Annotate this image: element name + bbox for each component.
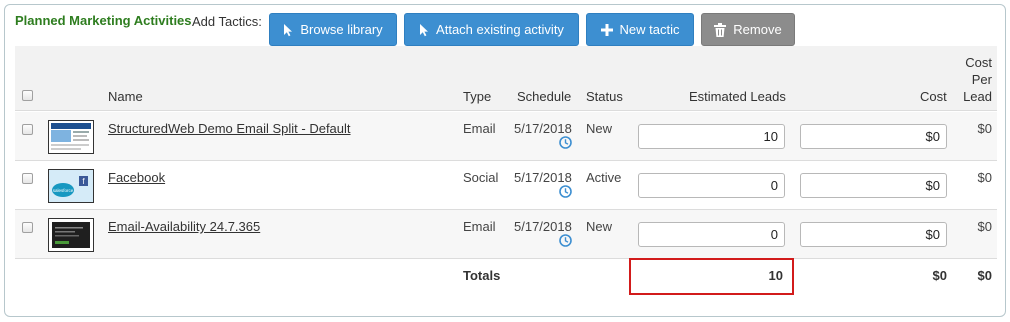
table-header: Name Type Schedule Status Estimated Lead… xyxy=(15,46,997,111)
browse-library-button[interactable]: Browse library xyxy=(269,13,397,46)
header-cost-per-lead-line3: Lead xyxy=(963,89,992,104)
status-cell: New xyxy=(586,219,613,234)
attach-existing-activity-button[interactable]: Attach existing activity xyxy=(404,13,579,46)
email-thumbnail xyxy=(48,120,94,154)
tactics-table: Name Type Schedule Status Estimated Lead… xyxy=(15,46,997,312)
new-tactic-label: New tactic xyxy=(619,22,680,37)
totals-label: Totals xyxy=(463,268,501,283)
header-type: Type xyxy=(463,89,492,104)
clock-icon[interactable] xyxy=(559,234,572,252)
header-schedule: Schedule xyxy=(517,89,572,104)
status-cell: New xyxy=(586,121,613,136)
attach-existing-activity-label: Attach existing activity xyxy=(436,22,564,37)
cost-per-lead-cell: $0 xyxy=(977,219,992,234)
cost-input[interactable]: $0 xyxy=(800,124,947,149)
clock-icon[interactable] xyxy=(559,185,572,203)
cost-total: $0 xyxy=(932,268,947,283)
header-cost-per-lead-line2: Per xyxy=(971,72,992,87)
type-cell: Email xyxy=(463,121,496,136)
select-all-checkbox[interactable] xyxy=(22,90,33,101)
header-cost-per-lead-line1: Cost xyxy=(965,55,992,70)
header-name: Name xyxy=(108,89,143,104)
add-tactics-label: Add Tactics: xyxy=(192,14,262,29)
header-estimated-leads: Estimated Leads xyxy=(689,89,786,104)
cost-per-lead-cell: $0 xyxy=(977,170,992,185)
row-checkbox[interactable] xyxy=(22,173,33,184)
schedule-cell: 5/17/2018 xyxy=(514,121,572,136)
header-cost: Cost xyxy=(920,89,947,104)
header-status: Status xyxy=(586,89,623,104)
salesforce-logo-text: salesforce xyxy=(53,188,74,193)
cost-input[interactable]: $0 xyxy=(800,222,947,247)
table-row: StructuredWeb Demo Email Split - Default… xyxy=(15,112,997,161)
type-cell: Social xyxy=(463,170,499,185)
browse-library-label: Browse library xyxy=(300,22,383,37)
remove-button[interactable]: Remove xyxy=(701,13,795,46)
type-cell: Email xyxy=(463,219,496,234)
section-title: Planned Marketing Activities xyxy=(15,13,192,28)
remove-label: Remove xyxy=(733,22,782,37)
estimated-leads-total: 10 xyxy=(768,268,783,283)
status-cell: Active xyxy=(586,170,622,185)
cost-per-lead-total: $0 xyxy=(977,268,992,283)
pointer-icon xyxy=(419,23,429,37)
row-checkbox[interactable] xyxy=(22,124,33,135)
cost-input[interactable]: $0 xyxy=(800,173,947,198)
tactic-name-link[interactable]: Email-Availability 24.7.365 xyxy=(108,219,260,234)
schedule-cell: 5/17/2018 xyxy=(514,219,572,234)
table-row: Email-Availability 24.7.365 Email 5/17/2… xyxy=(15,210,997,259)
schedule-cell: 5/17/2018 xyxy=(514,170,572,185)
row-checkbox[interactable] xyxy=(22,222,33,233)
facebook-thumbnail: salesforce f xyxy=(48,169,94,203)
estimated-leads-input[interactable]: 10 xyxy=(638,124,785,149)
plus-icon xyxy=(600,23,613,36)
table-row: salesforce f Facebook Social 5/17/2018 A… xyxy=(15,161,997,210)
tactic-name-link[interactable]: StructuredWeb Demo Email Split - Default xyxy=(108,121,351,136)
new-tactic-button[interactable]: New tactic xyxy=(586,13,694,46)
planned-activities-panel: Planned Marketing Activities Add Tactics… xyxy=(4,4,1006,317)
clock-icon[interactable] xyxy=(559,136,572,154)
trash-icon xyxy=(714,22,727,37)
totals-row: Totals 10 $0 $0 xyxy=(15,258,997,311)
pointer-icon xyxy=(283,23,293,37)
estimated-leads-input[interactable]: 0 xyxy=(638,173,785,198)
estimated-leads-input[interactable]: 0 xyxy=(638,222,785,247)
tactic-name-link[interactable]: Facebook xyxy=(108,170,165,185)
cost-per-lead-cell: $0 xyxy=(977,121,992,136)
email-thumbnail xyxy=(48,218,94,252)
